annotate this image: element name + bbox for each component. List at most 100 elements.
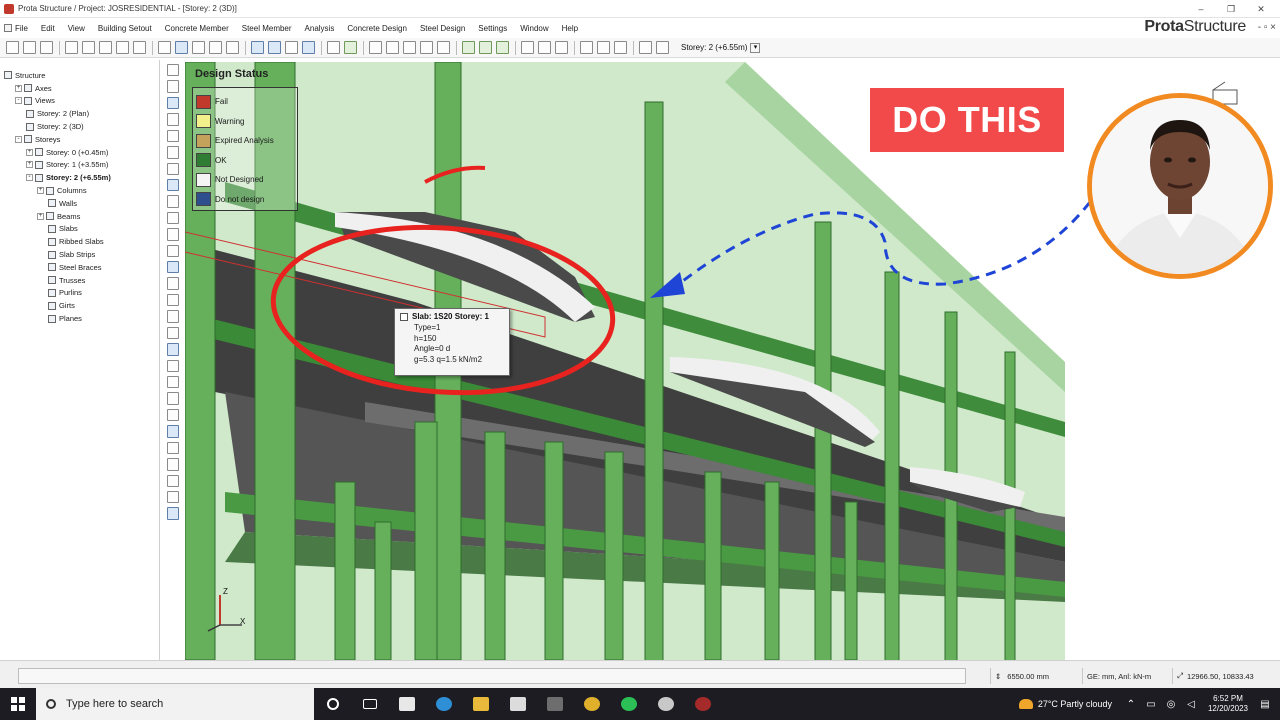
close-button[interactable]: ✕	[1246, 0, 1276, 18]
menu-view[interactable]: View	[68, 24, 85, 33]
toolbar-tool-icon[interactable]	[175, 41, 188, 54]
toolbar-tool-icon[interactable]	[6, 41, 19, 54]
tree-item-slabs[interactable]: Slabs	[0, 223, 159, 236]
tree-item-storey-1-3-55m[interactable]: + Storey: 1 (+3.55m)	[0, 159, 159, 172]
menu-window[interactable]: Window	[520, 24, 548, 33]
tree-item-walls[interactable]: Walls	[0, 197, 159, 210]
toolbar-tool-icon[interactable]	[344, 41, 357, 54]
toolbar-tool-icon[interactable]	[386, 41, 399, 54]
maximize-button[interactable]: ❐	[1216, 0, 1246, 18]
task-view-icon[interactable]	[351, 688, 388, 720]
chevron-up-icon[interactable]: ⌃	[1124, 699, 1138, 710]
side-tool-icon[interactable]	[167, 129, 179, 143]
tree-item-axes[interactable]: + Axes	[0, 82, 159, 95]
toolbar-tool-icon[interactable]	[133, 41, 146, 54]
battery-icon[interactable]: ▭	[1144, 699, 1158, 710]
toolbar-tool-icon[interactable]	[251, 41, 264, 54]
side-tool-icon[interactable]	[167, 228, 179, 241]
file-explorer-icon[interactable]	[462, 688, 499, 720]
side-tool-icon[interactable]	[167, 490, 179, 504]
side-tool-icon[interactable]	[167, 261, 179, 274]
toolbar-tool-icon[interactable]	[99, 41, 112, 54]
toolbar-tool-icon[interactable]	[369, 41, 382, 54]
menu-concrete-member[interactable]: Concrete Member	[165, 24, 229, 33]
toolbar-tool-icon[interactable]	[209, 41, 222, 54]
toolbar-tool-icon[interactable]	[597, 41, 610, 54]
toolbar-tool-icon[interactable]	[268, 41, 281, 54]
tree-item-storey-2-3d[interactable]: Storey: 2 (3D)	[0, 120, 159, 133]
mdi-controls[interactable]: - ▫ ×	[1258, 22, 1276, 33]
side-tool-icon[interactable]	[167, 96, 179, 110]
side-tool-icon[interactable]	[167, 359, 179, 373]
mail-icon[interactable]	[499, 688, 536, 720]
toolbar-tool-icon[interactable]	[639, 41, 652, 54]
toolbar-tool-icon[interactable]	[116, 41, 129, 54]
toolbar-tool-icon[interactable]	[420, 41, 433, 54]
toolbar-tool-icon[interactable]	[302, 41, 315, 54]
tree-item-beams[interactable]: + Beams	[0, 210, 159, 223]
side-tool-icon[interactable]	[167, 425, 179, 438]
menu-settings[interactable]: Settings	[478, 24, 507, 33]
side-tool-icon[interactable]	[167, 441, 179, 455]
paint-icon[interactable]	[647, 688, 684, 720]
menu-file[interactable]: File	[4, 24, 28, 33]
cortana-icon[interactable]	[314, 688, 351, 720]
toolbar-tool-icon[interactable]	[462, 41, 475, 54]
edge-icon[interactable]	[425, 688, 462, 720]
side-tool-icon[interactable]	[167, 458, 179, 471]
side-tool-icon[interactable]	[167, 343, 179, 356]
calculator-icon[interactable]	[536, 688, 573, 720]
chevron-down-icon[interactable]: ▾	[750, 42, 761, 53]
expand-icon[interactable]: +	[37, 187, 44, 195]
menu-building-setout[interactable]: Building Setout	[98, 24, 152, 33]
tree-item-views[interactable]: - Views	[0, 95, 159, 108]
toolbar-tool-icon[interactable]	[65, 41, 78, 54]
toolbar-tool-icon[interactable]	[226, 41, 239, 54]
taskbar-clock[interactable]: 6:52 PM 12/20/2023	[1208, 694, 1248, 714]
tree-item-structure[interactable]: Structure	[0, 69, 159, 82]
side-tool-icon[interactable]	[167, 64, 179, 77]
toolbar-tool-icon[interactable]	[82, 41, 95, 54]
whatsapp-icon[interactable]	[610, 688, 647, 720]
side-tool-icon[interactable]	[167, 392, 179, 405]
storey-selector[interactable]: Storey: 2 (+6.55m) ▾	[681, 42, 761, 53]
menu-concrete-design[interactable]: Concrete Design	[347, 24, 407, 33]
side-tool-icon[interactable]	[167, 293, 179, 307]
side-tool-icon[interactable]	[167, 244, 179, 258]
toolbar-tool-icon[interactable]	[437, 41, 450, 54]
menu-steel-design[interactable]: Steel Design	[420, 24, 465, 33]
side-tool-icon[interactable]	[167, 277, 179, 290]
tree-item-girts[interactable]: Girts	[0, 299, 159, 312]
store-icon[interactable]	[388, 688, 425, 720]
side-tool-icon[interactable]	[167, 146, 179, 159]
toolbar-tool-icon[interactable]	[614, 41, 627, 54]
toolbar-tool-icon[interactable]	[521, 41, 534, 54]
side-tool-icon[interactable]	[167, 376, 179, 389]
tree-item-storey-2-plan[interactable]: Storey: 2 (Plan)	[0, 107, 159, 120]
collapse-icon[interactable]: -	[15, 97, 22, 105]
toolbar-tool-icon[interactable]	[496, 41, 509, 54]
side-tool-icon[interactable]	[167, 310, 179, 323]
side-tool-icon[interactable]	[167, 178, 179, 192]
taskbar-search-input[interactable]: Type here to search	[36, 688, 314, 720]
expand-icon[interactable]: +	[26, 148, 33, 156]
minimize-button[interactable]: –	[1186, 0, 1216, 18]
expand-icon[interactable]: +	[26, 161, 33, 169]
network-icon[interactable]: ◎	[1164, 699, 1178, 710]
side-tool-icon[interactable]	[167, 474, 179, 487]
toolbar-tool-icon[interactable]	[285, 41, 298, 54]
toolbar-tool-icon[interactable]	[403, 41, 416, 54]
toolbar-tool-icon[interactable]	[23, 41, 36, 54]
side-tool-icon[interactable]	[167, 211, 179, 225]
toolbar-tool-icon[interactable]	[158, 41, 171, 54]
toolbar-tool-icon[interactable]	[327, 41, 340, 54]
tree-item-storey-0-0-45m[interactable]: + Storey: 0 (+0.45m)	[0, 146, 159, 159]
side-tool-icon[interactable]	[167, 507, 179, 520]
notifications-icon[interactable]: ▤	[1258, 699, 1272, 710]
tree-item-steel-braces[interactable]: Steel Braces	[0, 261, 159, 274]
toolbar-tool-icon[interactable]	[555, 41, 568, 54]
toolbar-tool-icon[interactable]	[538, 41, 551, 54]
tree-item-ribbed-slabs[interactable]: Ribbed Slabs	[0, 235, 159, 248]
toolbar-tool-icon[interactable]	[40, 41, 53, 54]
tree-item-slab-strips[interactable]: Slab Strips	[0, 248, 159, 261]
